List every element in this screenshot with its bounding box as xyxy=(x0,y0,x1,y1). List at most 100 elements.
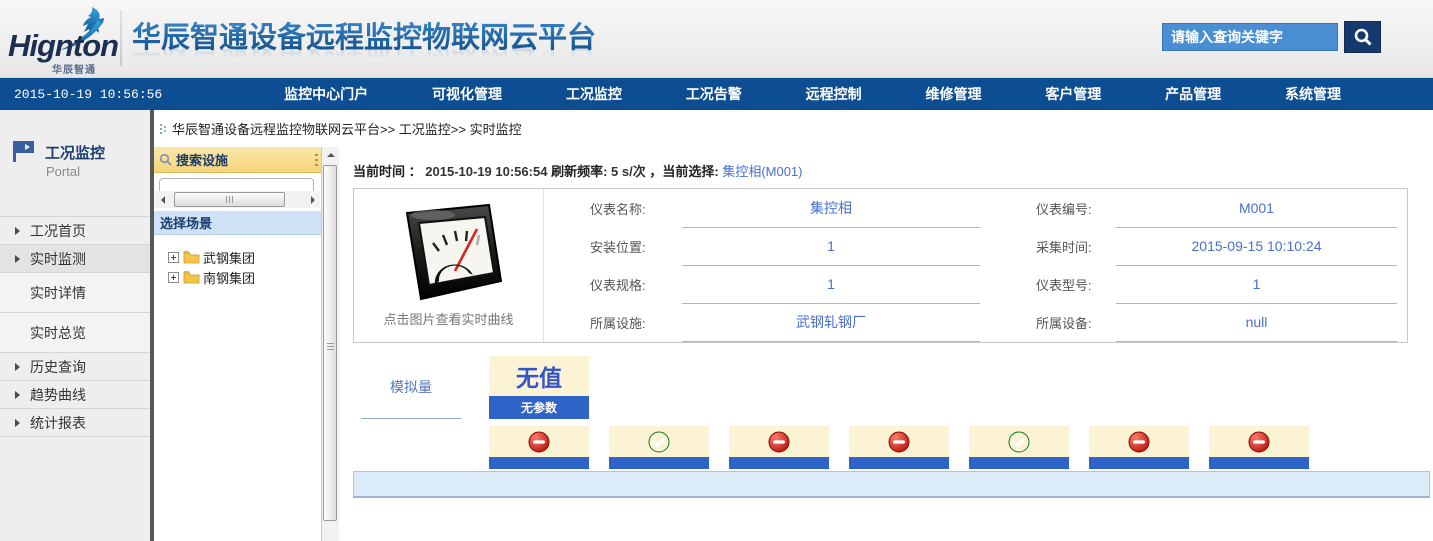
logo-text: Hignton xyxy=(8,28,119,63)
current-selection-value: 集控相(M001) xyxy=(722,164,803,179)
expand-icon[interactable] xyxy=(168,251,179,263)
search-facility-header[interactable]: 搜索设施 xyxy=(154,147,321,173)
breadcrumb: 华辰智通设备远程监控物联网云平台>> 工况监控>> 实时监控 xyxy=(154,110,1433,147)
nav-item-visual-mgmt[interactable]: 可视化管理 xyxy=(432,84,502,104)
nav-item-condition-alarm[interactable]: 工况告警 xyxy=(686,84,742,104)
status-blocked-icon xyxy=(768,431,790,453)
folder-icon xyxy=(183,271,200,284)
selected-row-highlight[interactable] xyxy=(353,471,1430,498)
sidebar-item-realtime-overview[interactable]: 实时总览 xyxy=(0,313,150,353)
header-search xyxy=(1162,21,1381,53)
status-tiles-row xyxy=(489,426,1430,469)
search-input[interactable] xyxy=(1162,23,1338,51)
nav-item-product-mgmt[interactable]: 产品管理 xyxy=(1165,84,1221,104)
arrow-right-icon xyxy=(15,254,20,263)
logo-subtext: 华辰智通 xyxy=(52,65,96,76)
flag-icon xyxy=(13,141,34,162)
sidebar-item-realtime-detail[interactable]: 实时详情 xyxy=(0,273,150,313)
info-field-value: 2015-09-15 10:10:24 xyxy=(1116,228,1397,266)
tile-bar xyxy=(489,457,589,469)
scroll-right-button[interactable] xyxy=(305,192,320,207)
breadcrumb-icon xyxy=(160,123,166,134)
scroll-up-button[interactable] xyxy=(322,147,339,163)
info-field-value: M001 xyxy=(1116,190,1397,228)
sidebar-item-home[interactable]: 工况首页 xyxy=(0,217,150,245)
instrument-info-panel: 点击图片查看实时曲线 仪表名称: 集控相 仪表编号: M001 安装位置: 1 … xyxy=(353,188,1408,343)
info-field-value: null xyxy=(1116,304,1397,342)
status-tile[interactable] xyxy=(489,426,589,469)
horizontal-scrollbar[interactable] xyxy=(155,191,320,208)
sidebar-item-stats-report[interactable]: 统计报表 xyxy=(0,409,150,437)
nav-item-customer-mgmt[interactable]: 客户管理 xyxy=(1045,84,1101,104)
page-header: Hignton 华辰智通 华辰智通设备远程监控物联网云平台 xyxy=(0,0,1433,78)
header-divider xyxy=(120,10,122,66)
nav-item-system-mgmt[interactable]: 系统管理 xyxy=(1285,84,1341,104)
status-line: 当前时间 ： 2015-10-19 10:56:54 刷新频率: 5 s/次 ，… xyxy=(353,164,803,179)
select-scene-label: 选择场景 xyxy=(160,216,213,231)
facility-search-input[interactable] xyxy=(159,178,314,191)
info-grid: 仪表名称: 集控相 仪表编号: M001 安装位置: 1 采集时间: 2015-… xyxy=(544,189,1407,342)
tile-bar xyxy=(969,457,1069,469)
status-blocked-icon xyxy=(1128,431,1150,453)
breadcrumb-text: 华辰智通设备远程监控物联网云平台>> 工况监控>> 实时监控 xyxy=(172,122,522,137)
portal-header: 工况监控 Portal xyxy=(0,110,150,216)
v-scroll-thumb[interactable] xyxy=(323,165,337,521)
portal-title: 工况监控 xyxy=(45,145,106,162)
select-scene-header: 选择场景 xyxy=(154,210,321,235)
arrow-right-icon xyxy=(15,418,20,427)
info-field-value: 武钢轧钢厂 xyxy=(682,304,980,342)
nav-items: 监控中心门户 可视化管理 工况监控 工况告警 远程控制 维修管理 客户管理 产品… xyxy=(252,84,1373,104)
analog-section-label: 模拟量 xyxy=(390,379,432,395)
portal-subtitle: Portal xyxy=(46,164,80,179)
tile-bar xyxy=(1209,457,1309,469)
nav-item-monitoring-center[interactable]: 监控中心门户 xyxy=(284,84,368,104)
tile-bar xyxy=(1089,457,1189,469)
arrow-right-icon xyxy=(15,390,20,399)
tile-bar xyxy=(609,457,709,469)
tree-node-wugang[interactable]: 武钢集团 xyxy=(168,247,321,267)
status-blocked-icon xyxy=(1248,431,1270,453)
status-tile[interactable] xyxy=(969,426,1069,469)
info-field-label: 采集时间: xyxy=(1036,240,1092,255)
status-tile[interactable] xyxy=(1089,426,1189,469)
folder-icon xyxy=(183,251,200,264)
info-field-value: 1 xyxy=(682,266,980,304)
current-time-value: 2015-10-19 10:56:54 xyxy=(425,164,548,179)
status-tile[interactable] xyxy=(729,426,829,469)
panel-grip-icon xyxy=(315,154,318,166)
info-field-label: 所属设备: xyxy=(1036,316,1092,331)
no-value-text: 无值 xyxy=(489,356,589,396)
expand-icon[interactable] xyxy=(168,271,179,283)
scroll-left-button[interactable] xyxy=(155,192,170,207)
analog-label-cell: 模拟量 xyxy=(361,356,461,419)
status-tile[interactable] xyxy=(1209,426,1309,469)
sidebar-item-history-query[interactable]: 历史查询 xyxy=(0,353,150,381)
nav-item-maintenance-mgmt[interactable]: 维修管理 xyxy=(925,84,981,104)
status-tile[interactable] xyxy=(609,426,709,469)
status-blocked-icon xyxy=(888,431,910,453)
nav-item-remote-control[interactable]: 远程控制 xyxy=(806,84,862,104)
sidebar-item-trend-curve[interactable]: 趋势曲线 xyxy=(0,381,150,409)
info-field-label: 仪表型号: xyxy=(1036,278,1092,293)
realtime-monitor-panel: 当前时间 ： 2015-10-19 10:56:54 刷新频率: 5 s/次 ，… xyxy=(339,147,1433,541)
gauge-image[interactable] xyxy=(385,203,513,307)
info-field-value: 集控相 xyxy=(682,190,980,228)
arrow-right-icon xyxy=(15,226,20,235)
search-icon xyxy=(159,153,172,166)
info-field-label: 所属设施: xyxy=(590,316,646,331)
nav-item-condition-monitor[interactable]: 工况监控 xyxy=(566,84,622,104)
logo[interactable]: Hignton 华辰智通 xyxy=(6,6,124,76)
status-tile[interactable] xyxy=(849,426,949,469)
tree-vertical-scrollbar[interactable] xyxy=(322,147,339,541)
search-button[interactable] xyxy=(1344,21,1381,53)
h-scroll-thumb[interactable] xyxy=(174,192,285,207)
analog-section: 模拟量 无值 无参数 xyxy=(353,356,1430,469)
analog-value-card[interactable]: 无值 无参数 xyxy=(489,356,589,419)
main-navbar: 2015-10-19 10:56:56 监控中心门户 可视化管理 工况监控 工况… xyxy=(0,78,1433,110)
tile-bar xyxy=(849,457,949,469)
info-field-value: 1 xyxy=(682,228,980,266)
gauge-caption: 点击图片查看实时曲线 xyxy=(383,312,514,327)
tree-node-nangang[interactable]: 南钢集团 xyxy=(168,267,321,287)
info-field-label: 仪表名称: xyxy=(590,202,646,217)
sidebar-item-realtime-monitor[interactable]: 实时监测 xyxy=(0,245,150,273)
